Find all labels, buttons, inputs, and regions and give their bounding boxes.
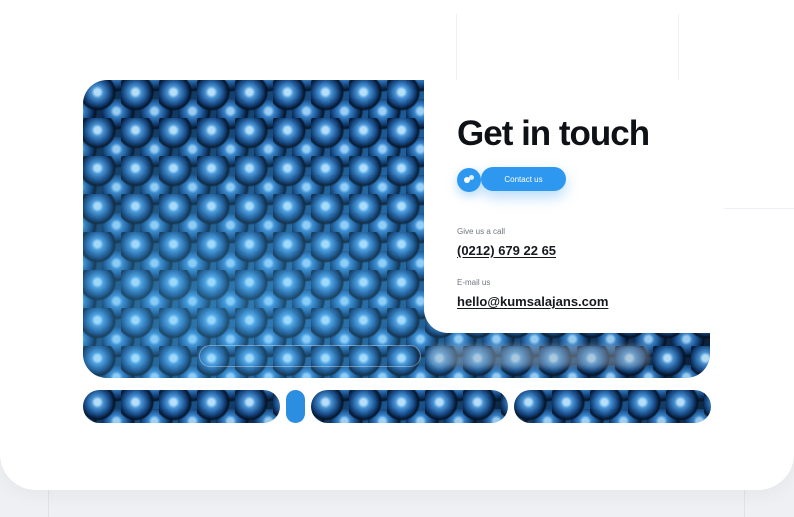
phone-label: Give us a call	[457, 227, 506, 236]
chat-bubbles-icon	[463, 171, 475, 189]
gallery-strip	[514, 390, 711, 423]
contact-us-button[interactable]: Contact us	[481, 167, 566, 191]
contact-section-card: Get in touch Contact us Give us a call (…	[0, 0, 794, 490]
image-overlay-pill-blurred	[428, 345, 650, 367]
gallery-strip	[83, 390, 280, 423]
page-title: Get in touch	[457, 114, 650, 153]
phone-link[interactable]: (0212) 679 22 65	[457, 243, 556, 258]
gallery-strip	[311, 390, 508, 423]
gallery-indicator[interactable]	[286, 390, 305, 423]
email-label: E-mail us	[457, 278, 491, 287]
image-overlay-pill	[199, 345, 421, 367]
chat-button[interactable]	[457, 168, 481, 192]
email-link[interactable]: hello@kumsalajans.com	[457, 294, 608, 309]
